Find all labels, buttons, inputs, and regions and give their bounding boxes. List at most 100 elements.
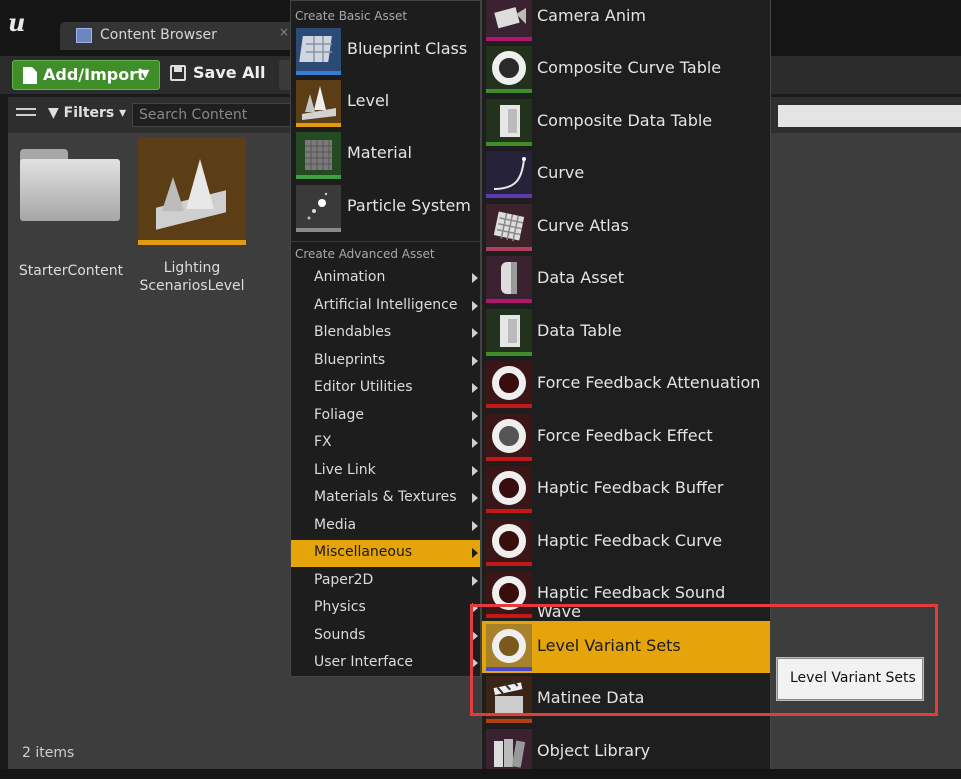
menu-item-level[interactable]: Level [296, 79, 480, 129]
menu-item-blueprint-class[interactable]: Blueprint Class [296, 27, 480, 77]
submenu-arrow-icon [472, 356, 478, 366]
menu-item-label: Material [347, 143, 412, 162]
save-all-button[interactable]: Save All [170, 63, 270, 87]
asset-type-color-bar [486, 194, 532, 198]
force-feedback-attenuation-icon [486, 361, 532, 406]
save-icon [170, 65, 186, 81]
menu-item-paper2d[interactable]: Paper2D [291, 568, 480, 595]
submenu-item-haptic-feedback-buffer[interactable]: Haptic Feedback Buffer [482, 463, 770, 515]
submenu-item-label: Curve Atlas [537, 216, 629, 235]
menu-item-physics[interactable]: Physics [291, 595, 480, 622]
asset-level-lightingscenarios[interactable]: Lighting ScenariosLevel [138, 137, 246, 294]
submenu-item-label: Camera Anim [537, 6, 646, 25]
submenu-item-composite-curve-table[interactable]: Composite Curve Table [482, 43, 770, 95]
submenu-item-data-asset[interactable]: Data Asset [482, 253, 770, 305]
asset-type-color-bar [486, 37, 532, 41]
menu-item-materials-textures[interactable]: Materials & Textures [291, 485, 480, 512]
new-asset-icon [23, 67, 37, 84]
submenu-item-haptic-feedback-curve[interactable]: Haptic Feedback Curve [482, 516, 770, 568]
asset-folder-startercontent[interactable]: StarterContent [19, 149, 124, 279]
submenu-item-composite-data-table[interactable]: Composite Data Table [482, 96, 770, 148]
menu-item-user-interface[interactable]: User Interface [291, 650, 480, 677]
menu-item-sounds[interactable]: Sounds [291, 623, 480, 650]
chevron-down-icon: ▼ [141, 67, 150, 80]
submenu-item-label: Curve [537, 163, 585, 182]
menu-item-label: Paper2D [314, 572, 374, 588]
submenu-item-label: Object Library [537, 741, 651, 760]
window-bottom-edge [0, 769, 961, 779]
add-import-button[interactable]: Add/Import ▼ [12, 60, 160, 90]
tab-content-browser[interactable]: Content Browser × [60, 22, 300, 50]
menu-item-fx[interactable]: FX [291, 430, 480, 457]
submenu-item-camera-anim[interactable]: Camera Anim [482, 0, 770, 43]
composite-curve-table-icon [486, 46, 532, 91]
particle-system-icon [296, 185, 341, 230]
tab-close-icon[interactable]: × [279, 25, 289, 39]
submenu-arrow-icon [472, 273, 478, 283]
menu-item-label: Animation [314, 269, 386, 285]
menu-item-miscellaneous[interactable]: Miscellaneous [291, 540, 480, 567]
submenu-item-force-feedback-effect[interactable]: Force Feedback Effect [482, 411, 770, 463]
submenu-item-force-feedback-attenuation[interactable]: Force Feedback Attenuation [482, 358, 770, 410]
menu-item-label: FX [314, 434, 332, 450]
menu-item-particle-system[interactable]: Particle System [296, 184, 480, 234]
menu-item-label: Blendables [314, 324, 392, 340]
submenu-arrow-icon [472, 466, 478, 476]
tab-title: Content Browser [100, 27, 217, 43]
menu-item-label: Sounds [314, 627, 366, 643]
menu-item-label: User Interface [314, 654, 414, 670]
asset-type-color-bar [486, 719, 532, 723]
asset-type-color-bar [486, 142, 532, 146]
unreal-logo-icon: u [8, 8, 26, 37]
blueprint-class-icon [296, 28, 341, 73]
section-header-advanced: Create Advanced Asset [295, 247, 435, 261]
data-table-icon [486, 309, 532, 354]
create-asset-menu: Create Basic Asset Blueprint Class Level… [290, 0, 481, 677]
asset-type-color-bar [486, 299, 532, 303]
menu-item-label: Particle System [347, 196, 471, 215]
asset-type-color-bar [486, 352, 532, 356]
menu-item-foliage[interactable]: Foliage [291, 403, 480, 430]
curve-atlas-icon [486, 204, 532, 249]
submenu-arrow-icon [472, 411, 478, 421]
menu-item-label: Editor Utilities [314, 379, 413, 395]
view-options-icon[interactable] [16, 108, 36, 122]
menu-item-editor-utilities[interactable]: Editor Utilities [291, 375, 480, 402]
menu-item-artificial-intelligence[interactable]: Artificial Intelligence [291, 293, 480, 320]
menu-item-label: Miscellaneous [314, 544, 413, 560]
menu-item-label: Foliage [314, 407, 364, 423]
submenu-item-curve[interactable]: Curve [482, 148, 770, 200]
submenu-item-label: Composite Curve Table [537, 58, 722, 77]
menu-item-material[interactable]: Material [296, 131, 480, 181]
asset-type-color-bar [486, 457, 532, 461]
tooltip: Level Variant Sets [777, 658, 923, 700]
submenu-item-curve-atlas[interactable]: Curve Atlas [482, 201, 770, 253]
menu-item-animation[interactable]: Animation [291, 265, 480, 292]
search-input[interactable]: Search Content [132, 103, 302, 127]
filters-button[interactable]: ▼ Filters ▾ [48, 105, 126, 121]
submenu-item-label: Force Feedback Effect [537, 426, 713, 445]
menu-item-blendables[interactable]: Blendables [291, 320, 480, 347]
curve-icon [486, 151, 532, 196]
submenu-arrow-icon [472, 328, 478, 338]
menu-item-blueprints[interactable]: Blueprints [291, 348, 480, 375]
unreal-editor-window: u Content Browser × Add/Import ▼ Save Al… [0, 0, 961, 779]
level-icon [296, 80, 341, 125]
add-import-label: Add/Import [43, 65, 145, 84]
folder-icon [20, 149, 120, 221]
menu-item-label: Live Link [314, 462, 376, 478]
menu-item-label: Blueprint Class [347, 39, 468, 58]
search-field-extension[interactable] [778, 105, 961, 127]
save-all-label: Save All [193, 63, 266, 82]
menu-item-media[interactable]: Media [291, 513, 480, 540]
filter-icon: ▼ [48, 105, 59, 121]
submenu-item-data-table[interactable]: Data Table [482, 306, 770, 358]
submenu-item-label: Haptic Feedback Buffer [537, 478, 724, 497]
asset-type-color-bar [296, 175, 341, 179]
submenu-arrow-icon [472, 383, 478, 393]
submenu-item-label: Haptic Feedback Curve [537, 531, 723, 550]
submenu-item-label: Composite Data Table [537, 111, 713, 130]
items-count: 2 items [22, 745, 75, 761]
menu-item-live-link[interactable]: Live Link [291, 458, 480, 485]
object-library-icon [486, 729, 532, 774]
